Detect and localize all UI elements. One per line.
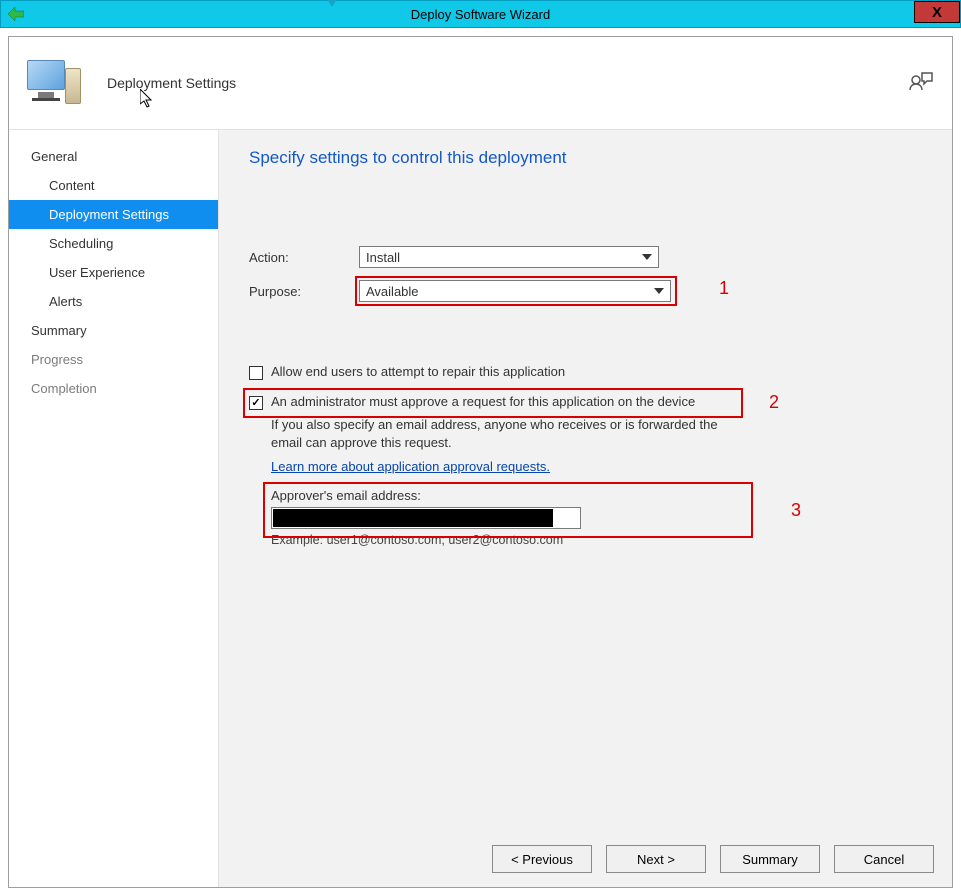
footer-buttons: < Previous Next > Summary Cancel — [492, 845, 934, 873]
sidebar-item-progress: Progress — [9, 345, 218, 374]
purpose-select-value: Available — [366, 284, 419, 299]
cancel-button[interactable]: Cancel — [834, 845, 934, 873]
header-band: Deployment Settings — [9, 37, 952, 129]
action-select[interactable]: Install — [359, 246, 659, 268]
sidebar-item-content[interactable]: Content — [9, 171, 218, 200]
computer-icon — [27, 58, 77, 108]
purpose-select[interactable]: Available — [359, 280, 671, 302]
allow-repair-checkbox[interactable] — [249, 366, 263, 380]
wizard-body: General Content Deployment Settings Sche… — [9, 129, 952, 887]
sidebar-item-deployment-settings[interactable]: Deployment Settings — [9, 200, 218, 229]
annotation-3: 3 — [791, 500, 801, 521]
title-dropdown-icon — [327, 0, 337, 7]
feedback-icon[interactable] — [906, 67, 934, 95]
action-row: Action: Install — [249, 246, 922, 268]
sidebar-item-summary[interactable]: Summary — [9, 316, 218, 345]
page-title: Deployment Settings — [107, 75, 236, 91]
purpose-row: Purpose: Available 1 — [249, 280, 922, 302]
approver-email-example: Example: user1@contoso.com; user2@contos… — [271, 533, 922, 547]
redacted-value — [273, 509, 553, 527]
sidebar-item-completion: Completion — [9, 374, 218, 403]
approve-checkbox[interactable] — [249, 396, 263, 410]
approver-email-input[interactable] — [271, 507, 581, 529]
sidebar-item-alerts[interactable]: Alerts — [9, 287, 218, 316]
approve-note: If you also specify an email address, an… — [271, 416, 751, 451]
close-button[interactable]: X — [914, 1, 960, 23]
action-label: Action: — [249, 250, 359, 265]
allow-repair-label: Allow end users to attempt to repair thi… — [271, 364, 565, 379]
next-button[interactable]: Next > — [606, 845, 706, 873]
back-arrow-icon[interactable] — [7, 5, 25, 23]
chevron-down-icon — [642, 254, 652, 260]
approver-email-label: Approver's email address: — [271, 488, 922, 503]
chevron-down-icon — [654, 288, 664, 294]
purpose-label: Purpose: — [249, 284, 359, 299]
sidebar: General Content Deployment Settings Sche… — [9, 130, 219, 887]
main-panel: Specify settings to control this deploym… — [219, 130, 952, 887]
summary-button[interactable]: Summary — [720, 845, 820, 873]
approve-row: An administrator must approve a request … — [249, 394, 922, 410]
learn-more-link[interactable]: Learn more about application approval re… — [271, 459, 550, 474]
main-heading: Specify settings to control this deploym… — [249, 148, 922, 168]
wizard-frame: Deployment Settings General Content Depl… — [8, 36, 953, 888]
approver-email-block: Approver's email address: Example: user1… — [271, 488, 922, 547]
sidebar-item-scheduling[interactable]: Scheduling — [9, 229, 218, 258]
window-title: Deploy Software Wizard — [411, 7, 550, 22]
allow-repair-row: Allow end users to attempt to repair thi… — [249, 364, 922, 380]
annotation-2: 2 — [769, 392, 779, 413]
sidebar-item-user-experience[interactable]: User Experience — [9, 258, 218, 287]
action-select-value: Install — [366, 250, 400, 265]
previous-button[interactable]: < Previous — [492, 845, 592, 873]
cursor-icon — [140, 89, 155, 109]
annotation-1: 1 — [719, 278, 729, 299]
titlebar: Deploy Software Wizard X — [0, 0, 961, 28]
sidebar-item-general[interactable]: General — [9, 142, 218, 171]
approve-label: An administrator must approve a request … — [271, 394, 695, 409]
